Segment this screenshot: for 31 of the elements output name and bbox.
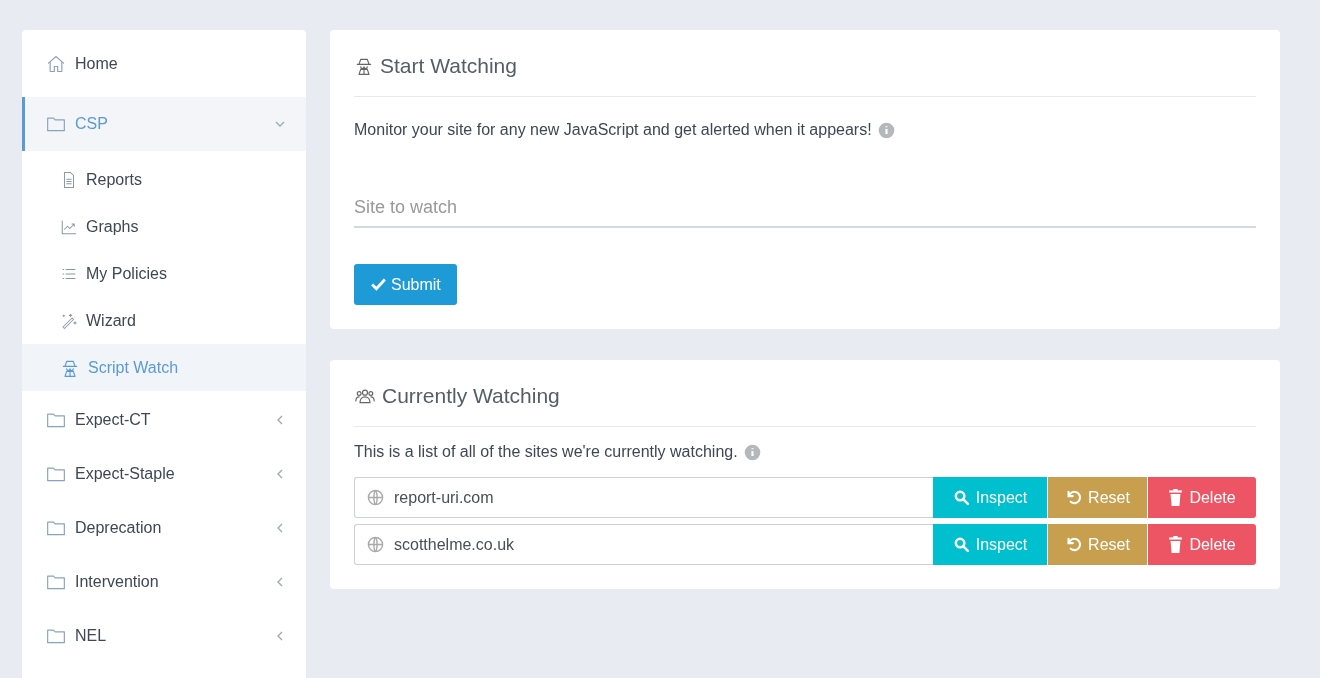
- home-icon: [45, 53, 67, 74]
- sidebar-item[interactable]: NEL: [22, 609, 306, 663]
- sidebar-item[interactable]: Expect-CT: [22, 393, 306, 447]
- search-icon: [952, 536, 970, 553]
- spy-icon: [354, 56, 374, 76]
- info-icon: [743, 443, 761, 461]
- sidebar-subitem[interactable]: Reports: [22, 156, 306, 203]
- globe-icon: [367, 536, 384, 553]
- checkmark-icon: [370, 276, 387, 293]
- undo-icon: [1065, 489, 1083, 506]
- info-icon: [877, 121, 895, 139]
- sidebar-subitem[interactable]: Wizard: [22, 297, 306, 344]
- undo-icon: [1065, 536, 1083, 553]
- panel-title: Start Watching: [380, 54, 517, 78]
- sidebar-item[interactable]: Home: [22, 30, 306, 97]
- description: Monitor your site for any new JavaScript and get alerted when it appears!: [354, 121, 872, 139]
- sidebar-item[interactable]: Expect-Staple: [22, 447, 306, 501]
- trash-icon: [1168, 489, 1184, 506]
- sidebar-subitem[interactable]: Graphs: [22, 203, 306, 250]
- magic-wand-icon: [60, 311, 78, 330]
- site-url-field: scotthelme.co.uk: [354, 524, 933, 565]
- description: This is a list of all of the sites we're currently watching.: [354, 443, 738, 461]
- sidebar-subitem[interactable]: My Policies: [22, 250, 306, 297]
- line-chart-icon: [60, 217, 78, 236]
- site-url-field: report-uri.com: [354, 477, 933, 518]
- search-icon: [952, 489, 970, 506]
- sidebar-item[interactable]: Intervention: [22, 555, 306, 609]
- trash-icon: [1168, 536, 1184, 553]
- sidebar-item[interactable]: Deprecation: [22, 501, 306, 555]
- panel-title: Currently Watching: [382, 384, 560, 408]
- globe-icon: [367, 489, 384, 506]
